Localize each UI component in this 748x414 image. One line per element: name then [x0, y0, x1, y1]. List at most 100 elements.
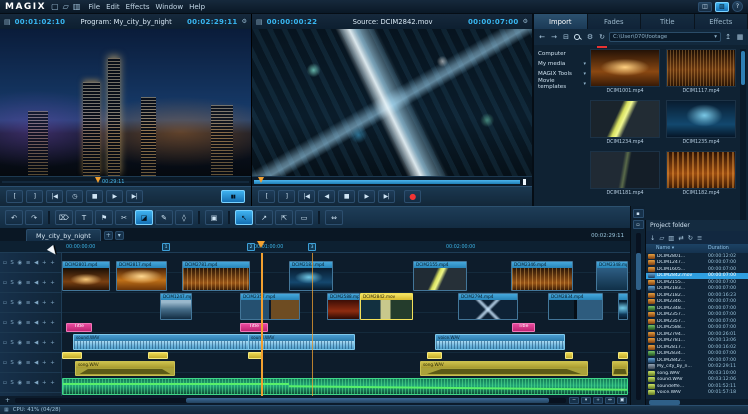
menu-item[interactable]: Effects [123, 3, 153, 11]
timeline-clip[interactable]: DCIM2588.mp4 [327, 293, 360, 320]
source-playhead-marker[interactable] [258, 177, 264, 183]
menu-item[interactable]: Help [186, 3, 208, 11]
timeline-ruler[interactable]: 00:00:00:0000:01:00:0000:02:00:00 123 [0, 241, 630, 253]
toolbar-button[interactable] [228, 211, 230, 224]
media-thumbnail[interactable]: DCIM1235.mp4 [666, 100, 736, 146]
gear-icon[interactable]: ⚙ [523, 18, 528, 25]
table-row[interactable]: DCIM2182... 00:00:16:23 [646, 292, 748, 299]
table-row[interactable]: My_city_by_n... 00:02:29:11 [646, 364, 748, 371]
source-scrub-thumb[interactable] [523, 179, 526, 185]
track-control-icons[interactable]: ▫ S ◉ ≡ ◀ + + [3, 360, 56, 366]
media-thumbnail[interactable]: DCIM1234.mp4 [590, 100, 660, 146]
pause-button[interactable]: ▮▮ [221, 190, 245, 203]
timeline-clip[interactable]: DCIM2794.mp4 [458, 293, 518, 320]
toolbar-button[interactable]: ✂ [115, 210, 133, 225]
transport-button[interactable]: |◀ [298, 190, 315, 203]
track-control-icons[interactable]: ▫ S ◉ ≡ ◀ + + [3, 340, 56, 346]
toolbar-button[interactable]: ↖ [235, 210, 253, 225]
table-row[interactable]: DCIM2183... 00:00:07:00 [646, 286, 748, 293]
table-row[interactable]: DCIM1605... 00:00:07:00 [646, 266, 748, 273]
browser-scrollbar[interactable] [740, 49, 746, 220]
track-control-icons[interactable]: ▫ S ◉ ≡ ◀ + + [3, 280, 56, 286]
track-header[interactable]: ▫ S ◉ ≡ ◀ + + [0, 333, 61, 353]
toolbar-button[interactable]: ◪ [135, 210, 153, 225]
tree-item[interactable]: My media ▾ [538, 59, 586, 69]
transport-button[interactable]: ◷ [66, 190, 83, 203]
timeline-clip[interactable]: DCIM1247.mp4 [160, 293, 192, 320]
table-row[interactable]: soundeffe... 00:01:52:11 [646, 383, 748, 390]
track-content-area[interactable]: DCIM2801.mp4 DCIM2817.mp4 DCIM2781.mp4 D… [62, 253, 630, 396]
browser-tool-icon[interactable]: ↻ [598, 33, 606, 41]
project-tool-icon[interactable]: ▥ [668, 234, 674, 242]
chapter-marker[interactable]: 2 [247, 243, 255, 251]
table-row[interactable]: sound.WAV 00:03:12:06 [646, 377, 748, 384]
media-pool-tab[interactable]: Fades [588, 14, 642, 29]
document-icon[interactable]: ▱ [63, 2, 69, 12]
table-row[interactable]: DCIM2834... 00:00:07:00 [646, 351, 748, 358]
timeline-clip[interactable] [248, 352, 262, 359]
timeline-clip[interactable]: DCIM2155.mp4 [413, 261, 467, 291]
browser-tool-icon[interactable]: ⊟ [562, 33, 570, 41]
browser-view-icon[interactable]: ▦ [736, 33, 744, 41]
track-header[interactable]: ▫ S ◉ ≡ ◀ + + [0, 373, 61, 393]
transport-button[interactable]: ■ [338, 190, 355, 203]
timeline-clip[interactable]: Title [66, 323, 92, 332]
toolbar-button[interactable] [198, 211, 200, 224]
table-row[interactable]: DCIM1247... 00:00:07:00 [646, 260, 748, 267]
media-thumbnail[interactable]: DCIM1182.mp4 [666, 151, 736, 197]
timeline-clip[interactable] [62, 378, 628, 395]
source-video-frame[interactable] [252, 29, 532, 176]
table-row[interactable]: voice.WAV 00:01:57:18 [646, 390, 748, 397]
timeline-clip[interactable]: Title [512, 323, 535, 332]
hscroll-track[interactable] [15, 398, 566, 403]
zoom-button[interactable]: ▣ [617, 397, 627, 404]
chevron-down-icon[interactable]: ▾ [714, 34, 717, 40]
vstrip-button[interactable]: ▫ [633, 220, 644, 229]
toolbar-button[interactable]: ↗ [255, 210, 273, 225]
track-control-icons[interactable]: ▫ S ◉ ≡ ◀ + + [3, 320, 56, 326]
project-tool-icon[interactable]: ≡ [697, 234, 702, 242]
add-track-button[interactable]: + [3, 397, 12, 404]
project-tool-icon[interactable]: ▱ [659, 234, 664, 242]
transport-button[interactable]: [ [258, 190, 275, 203]
timeline-clip[interactable]: DCIM2801.mp4 [62, 261, 110, 291]
track-control-icons[interactable]: ▫ S ◉ ≡ ◀ + + [3, 300, 56, 306]
table-row[interactable]: DCIM2842... 00:00:07:00 [646, 357, 748, 364]
toolbar-button[interactable]: ⇔ [325, 210, 343, 225]
transport-button[interactable]: ◀ [318, 190, 335, 203]
zoom-button[interactable]: ▾ [581, 397, 591, 404]
vscroll-thumb[interactable] [636, 253, 641, 290]
timeline-clip[interactable]: DCIM2781.mp4 [182, 261, 250, 291]
transport-button[interactable]: ▶| [126, 190, 143, 203]
table-row[interactable]: DCIM2155... 00:00:07:00 [646, 279, 748, 286]
document-icon[interactable]: ▢ [51, 2, 59, 12]
table-row[interactable]: DCIM2801... 00:00:12:02 [646, 253, 748, 260]
playhead-handle[interactable] [257, 241, 265, 248]
table-row[interactable]: DCIM2817... 00:00:16:02 [646, 344, 748, 351]
chapter-marker[interactable]: 1 [162, 243, 170, 251]
project-tool-icon[interactable]: ⇄ [678, 234, 683, 242]
timeline-clip[interactable]: DCIM2834.mp4 [548, 293, 603, 320]
timeline-clip[interactable]: song.WAV [420, 361, 588, 376]
track-control-icons[interactable]: ▫ S ◉ ≡ ◀ + + [3, 380, 56, 386]
table-row[interactable]: DCIM2357... 00:00:07:00 [646, 318, 748, 325]
toolbar-button[interactable]: ↷ [25, 210, 43, 225]
browser-tool-icon[interactable] [574, 34, 582, 41]
track-header[interactable]: ▫ S ◉ ≡ ◀ + + [0, 293, 61, 313]
browser-tool-icon[interactable]: → [550, 33, 558, 41]
program-video-frame[interactable] [0, 29, 251, 176]
column-duration[interactable]: Duration [708, 246, 748, 251]
chevron-down-icon[interactable]: ▾ [583, 61, 586, 67]
timeline-clip[interactable]: voice.WAV [435, 334, 565, 350]
timeline-clip[interactable] [618, 352, 628, 359]
transport-button[interactable]: ] [278, 190, 295, 203]
zoom-button[interactable]: ⇔ [605, 397, 615, 404]
add-movie-button[interactable]: ▾ [115, 231, 124, 240]
menu-item[interactable]: Window [152, 3, 186, 11]
transport-button[interactable]: [ [6, 190, 23, 203]
media-thumbnail[interactable]: DCIM1001.mp4 [590, 49, 660, 95]
menu-item[interactable]: File [85, 3, 103, 11]
source-scrub-bar[interactable] [252, 176, 532, 186]
project-tool-icon[interactable]: ↓ [650, 234, 655, 242]
media-pool-tab[interactable]: Import [534, 14, 588, 29]
